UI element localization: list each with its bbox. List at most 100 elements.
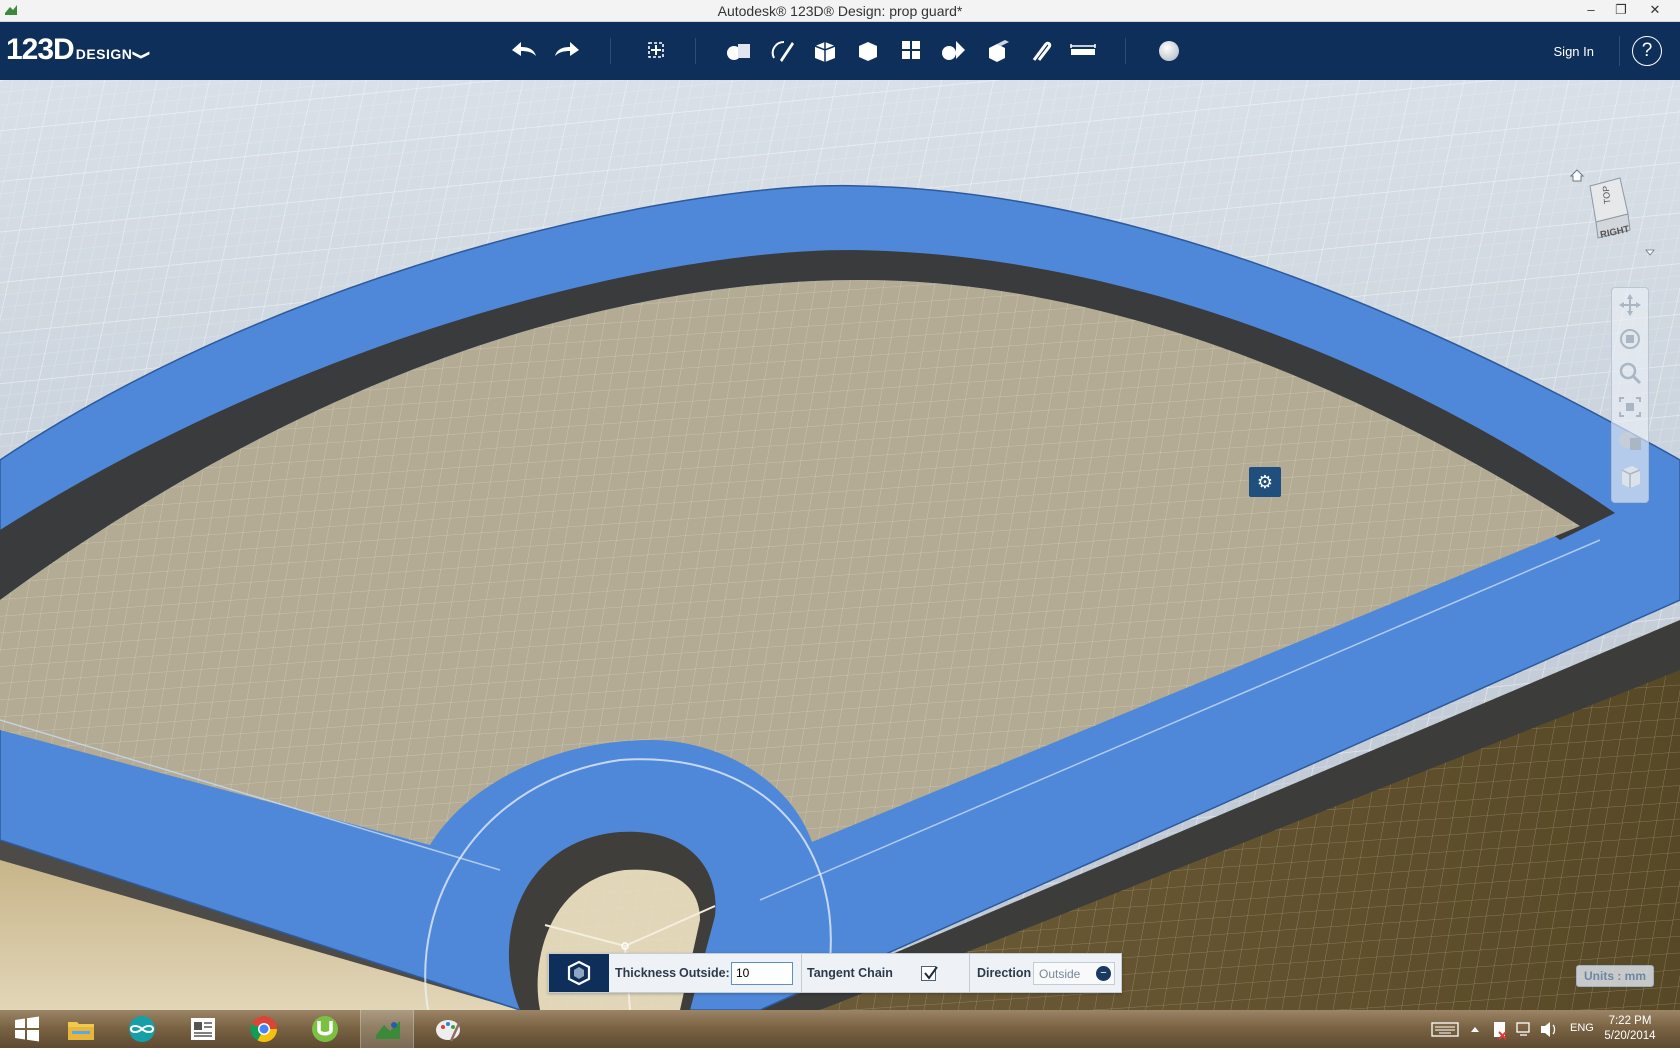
units-indicator[interactable]: Units : mm	[1576, 965, 1655, 987]
undo-icon	[512, 42, 536, 56]
window-title: Autodesk® 123D® Design: prop guard*	[717, 3, 963, 19]
paint-icon	[436, 1018, 463, 1042]
snap-icon	[1032, 41, 1052, 61]
home-icon[interactable]	[1569, 169, 1585, 182]
viewcube-top-label[interactable]: TOP	[1601, 185, 1613, 204]
primitives-button[interactable]	[723, 36, 755, 66]
title-bar: Autodesk® 123D® Design: prop guard* – ❐ …	[0, 0, 1680, 22]
system-clock[interactable]: 7:22 PM 5/20/2014	[1598, 1014, 1662, 1044]
chrome-icon	[250, 1016, 278, 1043]
close-button[interactable]: ✕	[1640, 0, 1670, 22]
undo-button[interactable]	[508, 36, 540, 66]
direction-label: Direction	[977, 966, 1032, 980]
app-window: Autodesk® 123D® Design: prop guard* – ❐ …	[0, 0, 1680, 1048]
measure-button[interactable]	[1067, 36, 1099, 66]
modify-icon	[859, 42, 877, 61]
redo-button[interactable]	[551, 36, 583, 66]
panel-separator	[801, 954, 802, 992]
fit-icon[interactable]	[1612, 390, 1648, 424]
taskbar-app-123d[interactable]	[360, 1010, 414, 1048]
material-icon	[1159, 41, 1179, 61]
direction-value: Outside	[1039, 967, 1081, 981]
chevron-down-icon[interactable]	[1645, 249, 1655, 256]
orbit-icon[interactable]	[1612, 322, 1648, 356]
snap-button[interactable]	[1024, 36, 1056, 66]
taskbar-app-chrome[interactable]	[237, 1010, 291, 1048]
zoom-icon[interactable]	[1612, 356, 1648, 390]
grouping-icon	[942, 41, 965, 60]
taskbar-app-reader[interactable]	[176, 1010, 230, 1048]
construct-icon	[814, 42, 836, 62]
taskbar-app-paint[interactable]	[422, 1010, 476, 1048]
toolbar-separator	[1125, 38, 1126, 64]
outside-thickness-input[interactable]: 10	[731, 962, 793, 985]
help-button[interactable]: ?	[1632, 36, 1662, 66]
windows-start-icon	[15, 1016, 39, 1042]
3d-viewport[interactable]: TOP RIGHT ⚙	[0, 80, 1680, 1010]
shell-icon	[567, 960, 591, 986]
shell-command-panel: Thickness Outside: 10 Tangent Chain Dire…	[548, 953, 1122, 993]
logo-word: DESIGN	[75, 46, 133, 62]
measure-icon	[1070, 44, 1096, 55]
toolbar-separator	[610, 38, 611, 64]
windows-taskbar: ENG 7:22 PM 5/20/2014	[0, 1010, 1680, 1048]
chevron-down-icon: ❯	[132, 49, 153, 61]
123d-design-icon	[376, 1021, 400, 1039]
arduino-icon	[129, 1016, 155, 1042]
material-button[interactable]	[1153, 36, 1185, 66]
toolbar-separator	[695, 38, 696, 64]
start-button[interactable]	[0, 1010, 54, 1048]
construct-button[interactable]	[809, 36, 841, 66]
taskbar-app-utorrent[interactable]	[298, 1010, 352, 1048]
pattern-button[interactable]	[895, 36, 927, 66]
pattern-icon	[902, 41, 920, 59]
view-cube[interactable]: TOP RIGHT	[1568, 166, 1658, 258]
redo-icon	[555, 42, 579, 56]
thickness-label: Thickness	[615, 966, 677, 980]
gear-icon: ⚙	[1256, 472, 1274, 492]
network-icon[interactable]	[1514, 1010, 1534, 1048]
model-scene[interactable]	[0, 80, 1680, 1010]
visual-style-icon[interactable]	[1612, 424, 1648, 458]
sketch-icon	[771, 41, 794, 62]
transform-icon	[648, 42, 664, 58]
tangent-chain-checkbox[interactable]	[921, 966, 938, 981]
action-center-icon[interactable]	[1490, 1010, 1510, 1048]
combine-button[interactable]	[981, 36, 1013, 66]
settings-gear-button[interactable]: ⚙	[1249, 467, 1281, 497]
clock-date: 5/20/2014	[1604, 1030, 1656, 1042]
app-menu-button[interactable]: 123D DESIGN❯	[6, 33, 152, 69]
sign-in-link[interactable]: Sign In	[1554, 44, 1594, 59]
utorrent-icon	[312, 1016, 338, 1042]
toolbar-separator	[1619, 36, 1620, 66]
taskbar-app-explorer[interactable]	[54, 1010, 108, 1048]
checkmark-icon	[924, 966, 938, 980]
taskbar-app-arduino[interactable]	[115, 1010, 169, 1048]
keyboard-icon[interactable]	[1430, 1010, 1460, 1048]
dropdown-icon: −	[1096, 966, 1111, 981]
main-toolbar: 123D DESIGN❯ Sign In ?	[0, 22, 1680, 80]
direction-select[interactable]: Outside −	[1033, 962, 1115, 985]
tray-chevron-up-icon[interactable]	[1468, 1010, 1482, 1048]
transform-button[interactable]	[640, 36, 672, 66]
sketch-button[interactable]	[766, 36, 798, 66]
clock-time: 7:22 PM	[1608, 1015, 1652, 1027]
news-reader-icon	[191, 1018, 215, 1040]
language-indicator[interactable]: ENG	[1570, 1022, 1594, 1036]
combine-icon	[989, 40, 1009, 62]
logo-number: 123D	[6, 33, 75, 66]
navigation-bar	[1611, 287, 1649, 503]
tangent-chain-label: Tangent Chain	[807, 966, 893, 980]
restore-button[interactable]: ❐	[1606, 0, 1636, 22]
grouping-button[interactable]	[938, 36, 970, 66]
pan-icon[interactable]	[1612, 288, 1648, 322]
volume-icon[interactable]	[1538, 1010, 1560, 1048]
minimize-button[interactable]: –	[1576, 0, 1606, 22]
file-explorer-icon	[68, 1022, 94, 1040]
panel-separator	[969, 954, 970, 992]
modify-button[interactable]	[852, 36, 884, 66]
primitives-icon	[727, 44, 750, 60]
material-view-icon[interactable]	[1612, 458, 1648, 492]
outside-label: Outside:	[679, 966, 730, 980]
shell-command-icon[interactable]	[549, 954, 609, 992]
